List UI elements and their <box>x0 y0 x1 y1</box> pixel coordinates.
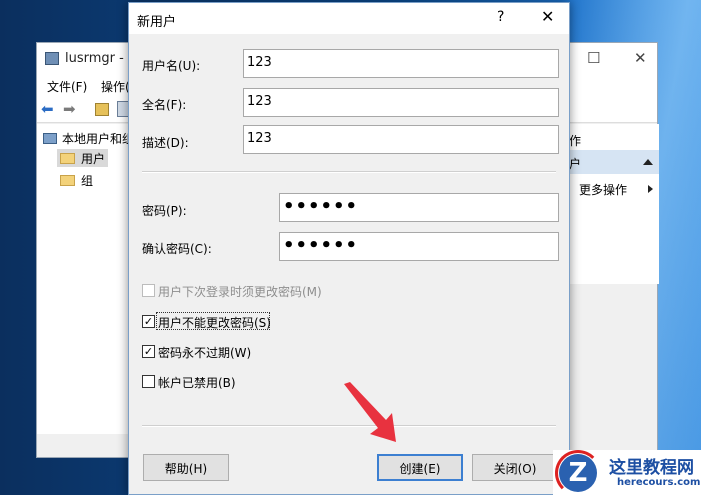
password-never-expires-label: 密码永不过期(W) <box>158 346 252 360</box>
confirm-password-label: 确认密码(C): <box>142 242 212 256</box>
close-icon[interactable]: ✕ <box>634 49 647 67</box>
help-icon[interactable]: ? <box>497 9 504 25</box>
password-input[interactable]: •••••• <box>279 193 559 222</box>
fullname-label: 全名(F): <box>142 98 187 112</box>
actions-header: 作 <box>569 134 582 148</box>
submenu-arrow-icon <box>648 185 653 193</box>
dialog-titlebar: 新用户 ? ✕ <box>129 3 569 34</box>
confirm-password-input[interactable]: •••••• <box>279 232 559 261</box>
password-label: 密码(P): <box>142 204 187 218</box>
logo-text-en: herecours.com <box>617 477 701 488</box>
logo-letter: Z <box>559 454 597 492</box>
maximize-icon[interactable]: ☐ <box>587 49 600 67</box>
fullname-input[interactable]: 123 <box>243 88 559 117</box>
help-button[interactable]: 帮助(H) <box>143 454 229 481</box>
lusrmgr-title: lusrmgr - [ <box>65 51 134 66</box>
actions-pane: 作 户 更多操作 <box>569 124 659 284</box>
menu-file[interactable]: 文件(F) <box>47 78 87 95</box>
forward-arrow-icon[interactable]: ➡ <box>63 102 76 117</box>
up-folder-icon[interactable] <box>95 103 109 116</box>
menu-action[interactable]: 操作( <box>101 78 130 95</box>
separator <box>142 171 556 173</box>
back-arrow-icon[interactable]: ⬅ <box>41 102 54 117</box>
console-tree: 本地用户和组 用户 组 <box>37 124 134 434</box>
cannot-change-password-label: 用户不能更改密码(S) <box>158 316 271 330</box>
create-button[interactable]: 创建(E) <box>377 454 463 481</box>
folder-icon <box>60 152 75 164</box>
password-never-expires-checkbox[interactable]: ✓ <box>142 345 155 358</box>
account-disabled-label: 帐户已禁用(B) <box>158 376 236 390</box>
dialog-title: 新用户 <box>137 15 177 30</box>
logo-text-cn: 这里教程网 <box>609 458 694 478</box>
more-actions[interactable]: 更多操作 <box>579 181 627 198</box>
tree-item-local-users-groups[interactable]: 本地用户和组 <box>43 129 134 147</box>
actions-users-section[interactable]: 户 <box>569 150 659 174</box>
tree-item-users[interactable]: 用户 <box>57 149 109 167</box>
cannot-change-password-checkbox[interactable]: ✓ <box>142 315 155 328</box>
collapse-up-icon[interactable] <box>643 159 653 165</box>
computer-management-icon <box>45 52 59 65</box>
annotation-arrow-icon <box>344 382 396 442</box>
must-change-password-checkbox[interactable] <box>142 284 155 297</box>
account-disabled-checkbox[interactable] <box>142 375 155 388</box>
watermark-logo: Z 这里教程网 herecours.com <box>553 450 701 495</box>
must-change-password-label: 用户下次登录时须更改密码(M) <box>158 285 322 299</box>
close-icon[interactable]: ✕ <box>541 7 554 26</box>
computer-icon <box>43 132 57 144</box>
close-button[interactable]: 关闭(O) <box>472 454 558 481</box>
tree-item-groups[interactable]: 组 <box>60 171 93 189</box>
username-input[interactable]: 123 <box>243 49 559 78</box>
description-input[interactable]: 123 <box>243 125 559 154</box>
description-label: 描述(D): <box>142 136 189 150</box>
folder-icon <box>60 174 75 186</box>
username-label: 用户名(U): <box>142 59 201 73</box>
